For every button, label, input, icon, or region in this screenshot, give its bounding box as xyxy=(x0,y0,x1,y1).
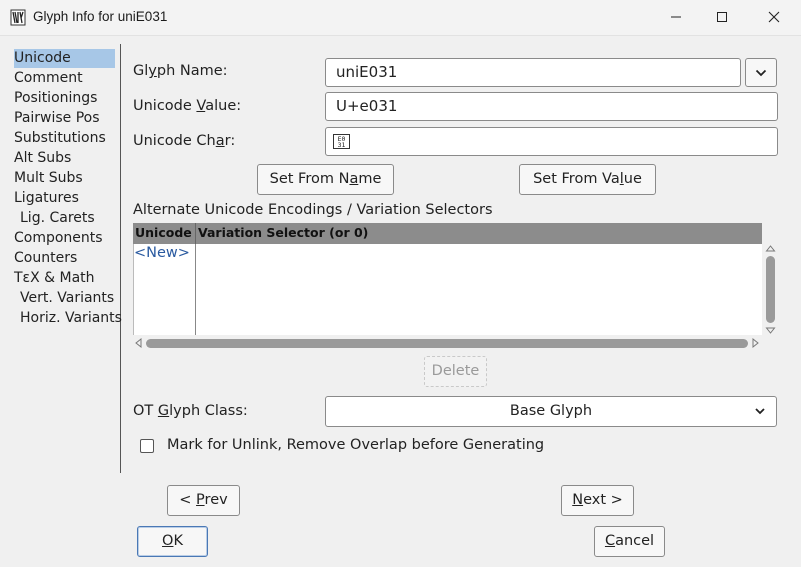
ot-glyph-class-label: OT Glyph Class: xyxy=(133,403,248,419)
sidebar-item-vert-variants[interactable]: Vert. Variants xyxy=(20,289,116,308)
maximize-button[interactable] xyxy=(699,0,745,34)
fontforge-app-icon xyxy=(10,9,26,26)
alternate-encodings-label: Alternate Unicode Encodings / Variation … xyxy=(133,202,493,218)
set-from-value-button[interactable]: Set From Value xyxy=(519,164,656,195)
horizontal-scrollbar[interactable] xyxy=(133,335,762,351)
chevron-down-icon xyxy=(755,69,767,76)
ot-glyph-class-select[interactable]: Base Glyph xyxy=(325,396,777,427)
table-row-new[interactable]: <New> xyxy=(134,245,190,261)
unicode-char-input[interactable]: E031 xyxy=(325,127,778,156)
prev-button[interactable]: < Prev xyxy=(167,485,240,516)
unlink-checkbox[interactable] xyxy=(140,439,154,453)
ok-button[interactable]: OK xyxy=(137,526,208,557)
sidebar-item-horiz-variants[interactable]: Horiz. Variants xyxy=(20,309,124,328)
glyph-name-label: Glyph Name: xyxy=(133,63,228,79)
delete-button[interactable]: Delete xyxy=(424,356,487,387)
sidebar-item-pairwise-pos[interactable]: Pairwise Pos xyxy=(14,109,102,128)
header-divider xyxy=(195,223,196,244)
sidebar-item-components[interactable]: Components xyxy=(14,229,105,248)
sidebar-item-lig-carets[interactable]: Lig. Carets xyxy=(20,209,97,228)
alternate-encodings-table[interactable]: Unicode Variation Selector (or 0) <New> xyxy=(133,223,778,353)
column-divider xyxy=(195,244,196,335)
glyph-name-input[interactable]: uniE031 xyxy=(325,58,741,87)
sidebar-item-comment[interactable]: Comment xyxy=(14,69,85,88)
table-body[interactable] xyxy=(133,244,762,335)
missing-glyph-box: E031 xyxy=(333,134,350,149)
sidebar-item-ligatures[interactable]: Ligatures xyxy=(14,189,81,208)
set-from-name-button[interactable]: Set From Name xyxy=(257,164,394,195)
unicode-value-label: Unicode Value: xyxy=(133,98,242,114)
table-header: Unicode Variation Selector (or 0) xyxy=(133,223,762,244)
column-header-unicode[interactable]: Unicode xyxy=(135,225,192,240)
minimize-icon xyxy=(671,16,681,18)
missing-glyph-code: E031 xyxy=(337,134,346,149)
close-icon xyxy=(768,11,780,23)
minimize-button[interactable] xyxy=(653,0,699,34)
sidebar-item-alt-subs[interactable]: Alt Subs xyxy=(14,149,73,168)
glyph-name-dropdown-button[interactable] xyxy=(745,58,777,87)
next-button[interactable]: Next > xyxy=(561,485,634,516)
ot-glyph-class-value: Base Glyph xyxy=(509,403,593,419)
sidebar-item-substitutions[interactable]: Substitutions xyxy=(14,129,108,148)
unlink-label[interactable]: Mark for Unlink, Remove Overlap before G… xyxy=(167,437,544,453)
unicode-value-input[interactable]: U+e031 xyxy=(325,92,778,121)
title-bar: Glyph Info for uniE031 xyxy=(0,0,801,36)
cancel-button[interactable]: Cancel xyxy=(594,526,665,557)
sidebar-item-tex-math[interactable]: TεX & Math xyxy=(14,269,97,288)
sidebar-item-unicode[interactable]: Unicode xyxy=(14,49,115,68)
window-title: Glyph Info for uniE031 xyxy=(33,9,168,24)
close-button[interactable] xyxy=(751,0,797,34)
unicode-char-label: Unicode Char: xyxy=(133,133,236,149)
sidebar-item-mult-subs[interactable]: Mult Subs xyxy=(14,169,85,188)
sidebar-item-positionings[interactable]: Positionings xyxy=(14,89,99,108)
chevron-down-icon xyxy=(755,408,765,415)
sidebar-item-counters[interactable]: Counters xyxy=(14,249,79,268)
sidebar-divider xyxy=(120,44,121,473)
vertical-scrollbar[interactable] xyxy=(763,244,778,335)
maximize-icon xyxy=(717,12,727,22)
column-header-variation-selector[interactable]: Variation Selector (or 0) xyxy=(198,225,368,240)
